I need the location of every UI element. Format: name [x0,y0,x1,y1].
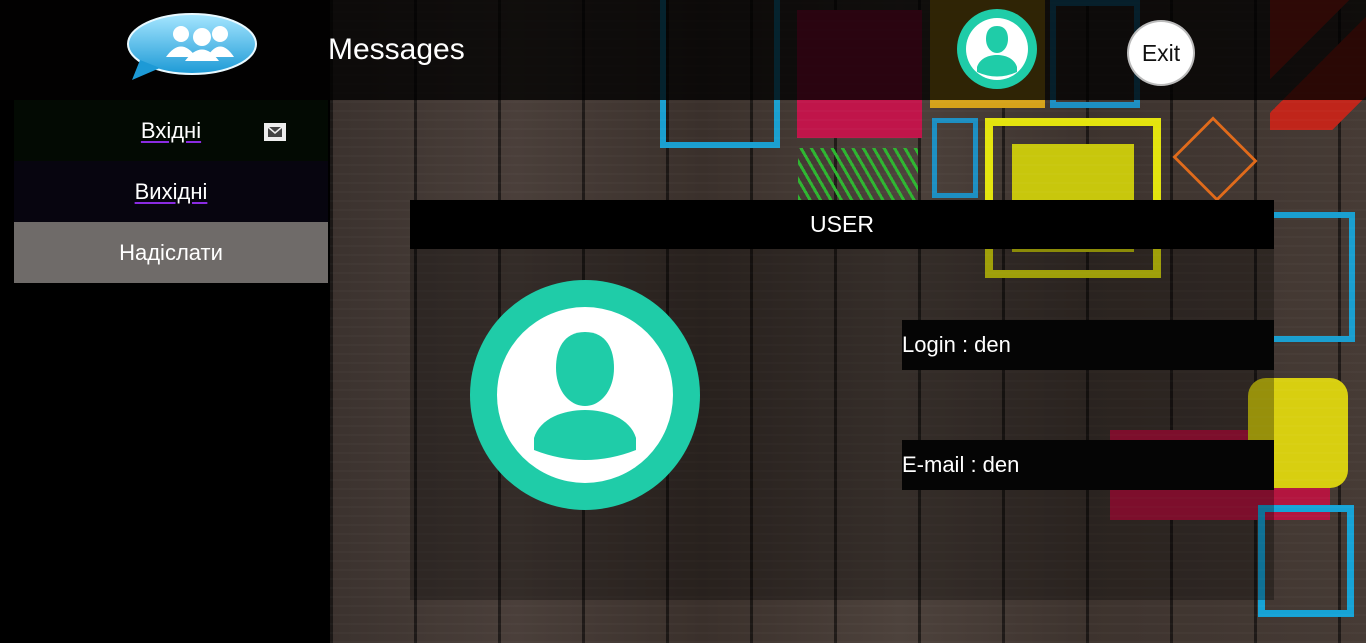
exit-button[interactable]: Exit [1127,20,1195,86]
card-title: USER [410,200,1274,249]
page-title: Messages [328,33,465,66]
login-field: Login : den [902,320,1274,370]
app-window: Messages Exit Вхідні Вихідні Надіслати U… [0,0,1366,643]
sidebar-item-label: Вхідні [140,117,202,143]
decor-shape [798,148,918,200]
sidebar: Вхідні Вихідні Надіслати [0,100,330,643]
sidebar-item-outbox[interactable]: Вихідні [14,161,328,222]
decor-shape [932,118,978,198]
email-field: E-mail : den [902,440,1274,490]
decor-shape [1172,116,1258,202]
user-avatar-icon [470,280,700,510]
envelope-icon [264,121,286,141]
user-avatar-icon[interactable] [957,9,1037,89]
sidebar-item-label: Вихідні [134,178,208,204]
sidebar-item-inbox[interactable]: Вхідні [14,100,328,161]
chat-bubble-users-icon [126,12,258,82]
user-profile-card: USER Login : den E-mail : den [410,200,1274,600]
sidebar-item-send[interactable]: Надіслати [14,222,328,283]
top-bar: Messages Exit [0,0,1366,100]
sidebar-item-label: Надіслати [119,239,223,265]
